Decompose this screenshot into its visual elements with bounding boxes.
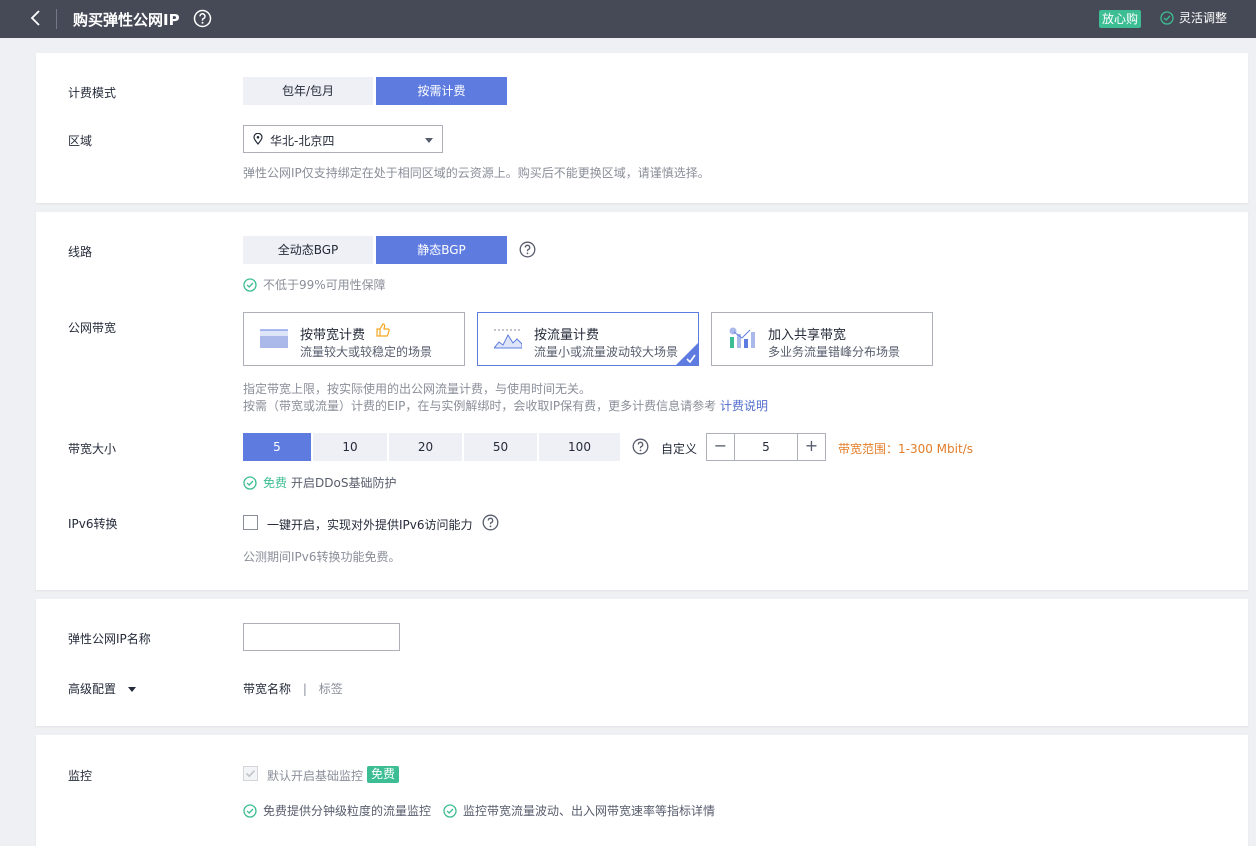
bandwidth-stepper: − + (706, 433, 826, 461)
bandwidth-type-label: 公网带宽 (68, 321, 117, 335)
check-circle-icon (243, 476, 257, 490)
monitor-label: 监控 (68, 769, 93, 783)
check-circle-icon (243, 804, 257, 818)
bandwidth-input[interactable] (735, 434, 797, 460)
billing-mode-label: 计费模式 (68, 86, 117, 100)
question-icon[interactable] (632, 438, 649, 455)
region-hint: 弹性公网IP仅支持绑定在处于相同区域的云资源上。购买后不能更换区域，请谨慎选择。 (243, 166, 710, 180)
question-icon[interactable] (482, 514, 499, 531)
ipv6-checkbox-label: 一键开启，实现对外提供IPv6访问能力 (267, 518, 473, 532)
check-icon (686, 354, 696, 363)
ipv6-label: IPv6转换 (68, 517, 118, 531)
monitor-note-2: 监控带宽流量波动、出入网带宽速率等指标详情 (443, 802, 715, 819)
ddos-text: 开启DDoS基础防护 (291, 476, 397, 490)
advanced-item-tags: 标签 (318, 682, 343, 696)
increment-button[interactable]: + (797, 434, 825, 460)
ddos-note: 免费 开启DDoS基础防护 (243, 474, 396, 491)
bandwidth-chart-icon (260, 329, 288, 348)
free-tag: 免费 (367, 766, 400, 783)
location-pin-icon (253, 133, 263, 145)
eip-name-input[interactable] (243, 623, 400, 651)
bandwidth-size-label: 带宽大小 (68, 442, 117, 456)
help-icon[interactable] (193, 9, 212, 28)
card-title: 按流量计费 (534, 328, 600, 343)
check-circle-icon (1160, 11, 1174, 25)
decrement-button[interactable]: − (707, 434, 735, 460)
billing-option-yearly[interactable]: 包年/包月 (243, 77, 373, 105)
monitor-panel: 监控 默认开启基础监控 免费 免费提供分钟级粒度的流量监控 监控带宽流量波动、出… (36, 735, 1248, 846)
bandwidth-option-10[interactable]: 10 (313, 433, 387, 461)
monitor-note-1: 免费提供分钟级粒度的流量监控 (243, 802, 431, 819)
monitor-note-1-text: 免费提供分钟级粒度的流量监控 (263, 804, 432, 818)
ipv6-checkbox[interactable] (243, 515, 258, 530)
page-title: 购买弹性公网IP (73, 11, 180, 29)
billing-doc-link[interactable]: 计费说明 (720, 399, 768, 413)
traffic-chart-icon (494, 329, 522, 349)
bandwidth-option-20[interactable]: 20 (389, 433, 462, 461)
separator: | (302, 682, 307, 696)
custom-label: 自定义 (661, 442, 698, 456)
card-by-bandwidth[interactable]: 按带宽计费 流量较大或较稳定的场景 (243, 312, 465, 366)
monitor-note-2-text: 监控带宽流量波动、出入网带宽速率等指标详情 (463, 804, 716, 818)
divider (56, 9, 57, 29)
region-label: 区域 (68, 134, 93, 148)
advanced-items: 带宽名称 | 标签 (243, 680, 343, 697)
advanced-item-bandwidth-name: 带宽名称 (243, 682, 292, 696)
ip-retention-text: 按需（带宽或流量）计费的EIP，在与实例解绑时，会收取IP保有费，更多计费信息请… (243, 399, 717, 413)
card-shared-bandwidth[interactable]: 加入共享带宽 多业务流量错峰分布场景 (711, 312, 933, 366)
billing-region-panel: 计费模式 包年/包月 按需计费 区域 华北-北京四 弹性公网IP仅支持绑定在处于… (36, 53, 1248, 203)
check-circle-icon (243, 278, 257, 292)
card-title: 按带宽计费 (300, 328, 366, 343)
caret-down-icon (127, 687, 136, 692)
shared-bandwidth-icon (729, 327, 755, 348)
flex-adjust-label: 灵活调整 (1179, 11, 1228, 25)
network-panel: 线路 全动态BGP 静态BGP 不低于99%可用性保障 公网带宽 按带宽计费 流… (36, 212, 1248, 590)
check-circle-icon (443, 804, 457, 818)
billing-option-on-demand[interactable]: 按需计费 (376, 77, 507, 105)
card-subtitle: 流量小或流量波动较大场景 (534, 345, 679, 359)
caret-down-icon (425, 138, 433, 143)
card-subtitle: 流量较大或较稳定的场景 (300, 345, 433, 359)
availability-text: 不低于99%可用性保障 (263, 278, 386, 292)
region-select[interactable]: 华北-北京四 (243, 125, 443, 153)
monitor-checkbox-label: 默认开启基础监控 (267, 769, 364, 783)
bandwidth-option-5[interactable]: 5 (243, 433, 311, 461)
monitor-checkbox[interactable] (243, 766, 258, 781)
check-icon (245, 769, 256, 778)
ip-retention-hint: 按需（带宽或流量）计费的EIP，在与实例解绑时，会收取IP保有费，更多计费信息请… (243, 397, 768, 414)
advanced-config-label: 高级配置 (68, 682, 117, 696)
bandwidth-option-100[interactable]: 100 (539, 433, 620, 461)
bandwidth-range: 带宽范围：1-300 Mbit/s (838, 442, 973, 456)
thumbs-up-icon (376, 323, 390, 337)
availability-note: 不低于99%可用性保障 (243, 276, 386, 293)
eip-name-label: 弹性公网IP名称 (68, 632, 151, 646)
free-word: 免费 (263, 476, 288, 490)
back-arrow-icon[interactable] (26, 8, 46, 28)
card-title: 加入共享带宽 (768, 328, 847, 343)
ipv6-hint: 公测期间IPv6转换功能免费。 (243, 550, 401, 564)
bandwidth-option-50[interactable]: 50 (464, 433, 537, 461)
line-option-dynamic-bgp[interactable]: 全动态BGP (243, 236, 373, 264)
name-panel: 弹性公网IP名称 高级配置 带宽名称 | 标签 (36, 599, 1248, 726)
question-icon[interactable] (519, 241, 536, 258)
flex-adjust-link[interactable]: 灵活调整 (1160, 10, 1227, 26)
line-label: 线路 (68, 245, 93, 259)
top-bar: 购买弹性公网IP 放心购 灵活调整 (0, 0, 1256, 38)
region-value: 华北-北京四 (270, 134, 335, 148)
card-by-traffic[interactable]: 按流量计费 流量小或流量波动较大场景 (477, 312, 699, 366)
bandwidth-type-hint: 指定带宽上限，按实际使用的出公网流量计费，与使用时间无关。 (243, 382, 592, 396)
advanced-config-toggle[interactable]: 高级配置 (68, 680, 136, 697)
line-option-static-bgp[interactable]: 静态BGP (376, 236, 507, 264)
assurance-badge: 放心购 (1099, 10, 1142, 28)
card-subtitle: 多业务流量错峰分布场景 (768, 345, 901, 359)
